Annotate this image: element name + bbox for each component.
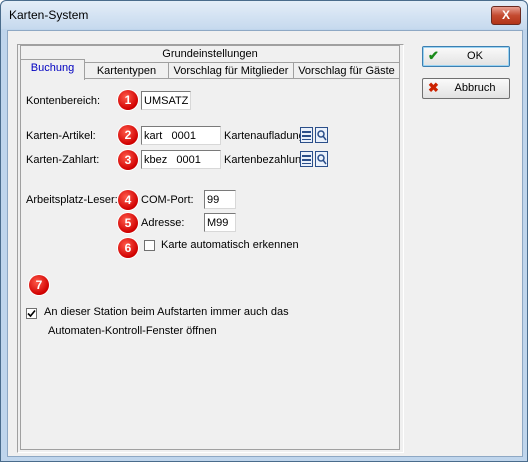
tab-vorschlag-gaeste[interactable]: Vorschlag für Gäste <box>293 62 400 79</box>
step-badge-1: 1 <box>118 90 138 110</box>
client-area: Grundeinstellungen Buchung Kartentypen V… <box>7 30 523 457</box>
search-icon[interactable] <box>315 127 328 143</box>
window-title: Karten-System <box>9 8 89 22</box>
auto-detect-label: Karte automatisch erkennen <box>161 239 299 251</box>
ok-button-label: OK <box>467 50 483 62</box>
karten-zahlart-name: Kartenbezahlung <box>224 154 300 166</box>
step-badge-5: 5 <box>118 213 138 233</box>
karten-system-window: Karten-System X Grundeinstellungen Buchu… <box>0 0 528 462</box>
auto-detect-checkbox[interactable] <box>144 240 155 251</box>
close-button[interactable]: X <box>491 6 521 25</box>
list-icon[interactable] <box>300 151 313 167</box>
tab-panel-buchung: Kontenbereich: 1 UMSATZ Karten-Artikel: … <box>20 78 400 450</box>
step-badge-4: 4 <box>118 190 138 210</box>
tab-vorschlag-mitglieder[interactable]: Vorschlag für Mitglieder <box>168 62 294 79</box>
step-badge-2: 2 <box>118 125 138 145</box>
kontenbereich-label: Kontenbereich: <box>26 95 100 107</box>
tab-kartentypen[interactable]: Kartentypen <box>84 62 169 79</box>
title-bar[interactable]: Karten-System X <box>1 1 527 29</box>
cross-icon: ✖ <box>428 80 439 95</box>
com-port-field[interactable]: 99 <box>204 190 236 209</box>
check-icon: ✔ <box>428 48 439 63</box>
station-autostart-checkbox[interactable] <box>26 308 37 319</box>
abbruch-button[interactable]: ✖ Abbruch <box>422 78 510 99</box>
step-badge-6: 6 <box>118 238 138 258</box>
search-icon[interactable] <box>315 151 328 167</box>
kontenbereich-field[interactable]: UMSATZ <box>141 91 191 110</box>
karten-zahlart-field[interactable]: kbez 0001 <box>141 150 221 169</box>
karten-artikel-label: Karten-Artikel: <box>26 130 96 142</box>
ok-button[interactable]: ✔ OK <box>422 46 510 67</box>
adresse-label: Adresse: <box>141 217 185 229</box>
step-badge-7: 7 <box>29 275 49 295</box>
karten-zahlart-label: Karten-Zahlart: <box>26 154 100 166</box>
karten-artikel-field[interactable]: kart 0001 <box>141 126 221 145</box>
station-autostart-label: An dieser Station beim Aufstarten immer … <box>44 306 289 318</box>
tab-buchung[interactable]: Buchung <box>20 59 85 80</box>
step-badge-3: 3 <box>118 150 138 170</box>
adresse-field[interactable]: M99 <box>204 213 236 232</box>
karten-artikel-name: Kartenaufladung <box>224 130 300 142</box>
arbeitsplatz-leser-label: Arbeitsplatz-Leser: <box>26 194 118 206</box>
com-port-label: COM-Port: <box>141 194 194 206</box>
station-autostart-label-line2: Automaten-Kontroll-Fenster öffnen <box>48 325 217 337</box>
list-icon[interactable] <box>300 127 313 143</box>
abbruch-button-label: Abbruch <box>454 82 496 94</box>
